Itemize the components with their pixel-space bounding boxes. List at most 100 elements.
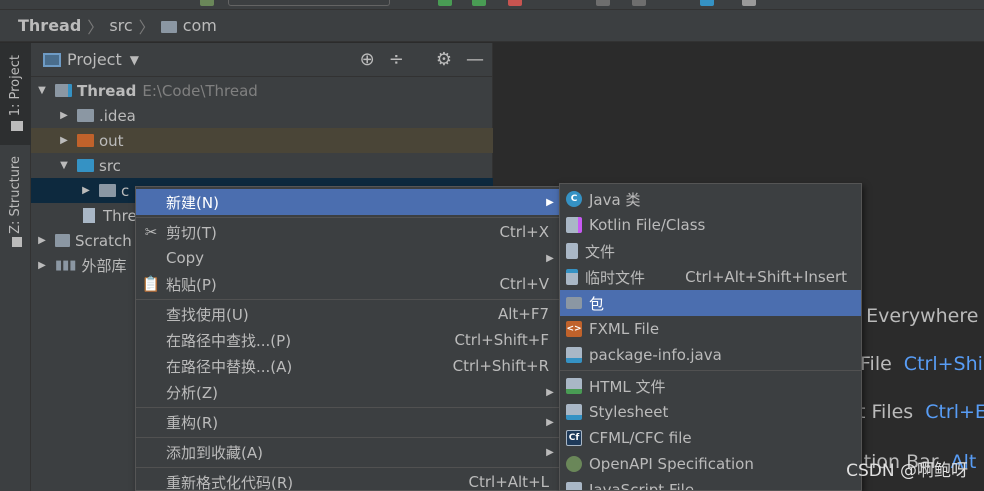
submenu-item-cfml[interactable]: Cf CFML/CFC file — [560, 425, 861, 451]
collapse-all-icon[interactable]: ÷ — [389, 49, 404, 70]
project-panel-header: Project ▼ ⊕ ÷ ⚙ — — [31, 43, 492, 77]
project-tool-tab[interactable]: 1: Project — [0, 43, 31, 145]
scratches-icon — [55, 234, 70, 247]
expand-arrow-icon[interactable]: ▶ — [79, 185, 93, 196]
run-icon[interactable] — [438, 0, 452, 6]
menu-item-paste[interactable]: 📋 粘贴(P) Ctrl+V — [136, 271, 559, 297]
gear-icon[interactable]: ⚙ — [436, 49, 452, 70]
menu-item-add-to-favorites[interactable]: 添加到收藏(A) ▶ — [136, 439, 559, 465]
package-folder-icon — [160, 20, 177, 33]
expand-arrow-icon[interactable]: ▶ — [57, 110, 71, 121]
menu-separator — [136, 407, 559, 408]
menu-item-copy[interactable]: Copy ▶ — [136, 245, 559, 271]
submenu-item-html[interactable]: HTML 文件 — [560, 373, 861, 399]
submenu-item-fxml[interactable]: <> FXML File — [560, 316, 861, 342]
clipboard-icon: 📋 — [141, 275, 161, 293]
structure-tool-icon — [12, 237, 22, 247]
menu-item-label: 在路径中替换...(A) — [166, 357, 293, 376]
menu-item-shortcut: Ctrl+Shift+F — [454, 331, 549, 349]
menu-item-replace-in-path[interactable]: 在路径中替换...(A) Ctrl+Shift+R — [136, 353, 559, 379]
submenu-item-label: HTML 文件 — [589, 377, 666, 396]
breadcrumb-src[interactable]: src — [109, 16, 132, 35]
menu-separator — [136, 299, 559, 300]
submenu-item-kotlin[interactable]: Kotlin File/Class — [560, 212, 861, 238]
submenu-item-openapi[interactable]: OpenAPI Specification — [560, 451, 861, 477]
project-tool-tab-label: 1: Project — [8, 55, 23, 117]
library-icon: ▮▮▮ — [55, 258, 77, 273]
cfml-file-icon: Cf — [566, 430, 582, 446]
debug-icon[interactable] — [472, 0, 486, 6]
scratch-file-icon — [566, 269, 578, 285]
tree-item-src[interactable]: ▼ src — [31, 153, 493, 178]
hint-text: t Files — [858, 401, 914, 423]
package-info-icon — [566, 347, 582, 363]
submenu-item-scratch-file[interactable]: 临时文件 Ctrl+Alt+Shift+Insert — [560, 264, 861, 290]
submenu-item-stylesheet[interactable]: Stylesheet — [560, 399, 861, 425]
hide-icon[interactable]: — — [466, 49, 484, 70]
menu-item-label: 重新格式化代码(R) — [166, 473, 294, 491]
submenu-item-label: Stylesheet — [589, 403, 669, 421]
scissors-icon: ✂ — [144, 223, 158, 241]
submenu-item-file[interactable]: 文件 — [560, 238, 861, 264]
submenu-item-label: 包 — [589, 294, 605, 313]
project-panel-title[interactable]: Project — [67, 50, 122, 69]
menu-item-cut[interactable]: ✂ 剪切(T) Ctrl+X — [136, 219, 559, 245]
vcs-icon[interactable] — [700, 0, 714, 6]
tree-item-label: Thread — [77, 81, 137, 100]
breadcrumb-separator: 〉 — [87, 17, 104, 37]
menu-item-label: Copy — [166, 249, 205, 267]
structure-tool-tab[interactable]: Z: Structure — [0, 153, 31, 255]
tree-item-label: src — [99, 156, 121, 175]
profile-icon[interactable] — [596, 0, 610, 6]
tree-item-idea[interactable]: ▶ .idea — [31, 103, 493, 128]
menu-item-refactor[interactable]: 重构(R) ▶ — [136, 409, 559, 435]
search-everywhere-icon[interactable] — [742, 0, 756, 6]
expand-arrow-icon[interactable]: ▶ — [57, 135, 71, 146]
menu-item-find-usages[interactable]: 查找使用(U) Alt+F7 — [136, 301, 559, 327]
expand-arrow-icon[interactable]: ▼ — [57, 160, 71, 171]
menu-item-label: 添加到收藏(A) — [166, 443, 263, 462]
excluded-folder-icon — [77, 134, 94, 147]
menu-item-label: 剪切(T) — [166, 223, 217, 242]
expand-arrow-icon[interactable]: ▼ — [35, 85, 49, 96]
hint-recent-files: t Files Ctrl+E — [858, 401, 984, 423]
hammer-icon[interactable] — [200, 0, 214, 6]
tree-item-root[interactable]: ▼ Thread E:\Code\Thread — [31, 78, 493, 103]
breadcrumb-com[interactable]: com — [183, 16, 217, 35]
build-icon[interactable] — [632, 0, 646, 6]
submenu-arrow-icon: ▶ — [546, 446, 554, 458]
run-config-selector[interactable] — [228, 0, 390, 6]
submenu-item-label: Java 类 — [589, 190, 641, 209]
breadcrumb-project[interactable]: Thread — [18, 16, 81, 35]
expand-arrow-icon[interactable]: ▶ — [35, 235, 49, 246]
menu-item-shortcut: Ctrl+Alt+L — [468, 473, 550, 491]
coverage-icon[interactable] — [508, 0, 522, 6]
submenu-item-label: FXML File — [589, 320, 660, 338]
menu-item-reformat-code[interactable]: 重新格式化代码(R) Ctrl+Alt+L — [136, 469, 559, 491]
context-menu: 新建(N) ▶ ✂ 剪切(T) Ctrl+X Copy ▶ 📋 粘贴(P) Ct… — [135, 186, 560, 491]
menu-item-find-in-path[interactable]: 在路径中查找...(P) Ctrl+Shift+F — [136, 327, 559, 353]
fxml-file-icon: <> — [566, 321, 582, 337]
chevron-down-icon[interactable]: ▼ — [130, 53, 139, 67]
expand-arrow-icon[interactable]: ▶ — [35, 260, 49, 271]
submenu-item-java-class[interactable]: C Java 类 — [560, 186, 861, 212]
package-folder-icon — [99, 184, 116, 197]
tree-item-label: .idea — [99, 106, 136, 125]
menu-item-new[interactable]: 新建(N) ▶ — [136, 189, 559, 215]
submenu-item-label: 文件 — [585, 242, 616, 261]
hint-text: n Everywhere — [848, 305, 979, 327]
submenu-arrow-icon: ▶ — [546, 386, 554, 398]
locate-icon[interactable]: ⊕ — [360, 49, 375, 70]
hint-go-to-file: File Ctrl+Shi — [860, 353, 983, 375]
submenu-item-javascript[interactable]: JavaScript File — [560, 477, 861, 490]
tree-item-label: Scratch — [75, 231, 132, 250]
source-folder-icon — [77, 159, 94, 172]
javascript-file-icon — [566, 482, 582, 490]
tree-item-out[interactable]: ▶ out — [31, 128, 493, 153]
package-folder-icon — [566, 297, 582, 309]
submenu-item-package[interactable]: 包 — [560, 290, 861, 316]
submenu-item-package-info[interactable]: package-info.java — [560, 342, 861, 368]
submenu-arrow-icon: ▶ — [546, 196, 554, 208]
tree-item-label: Thre — [103, 206, 137, 225]
menu-item-analyze[interactable]: 分析(Z) ▶ — [136, 379, 559, 405]
